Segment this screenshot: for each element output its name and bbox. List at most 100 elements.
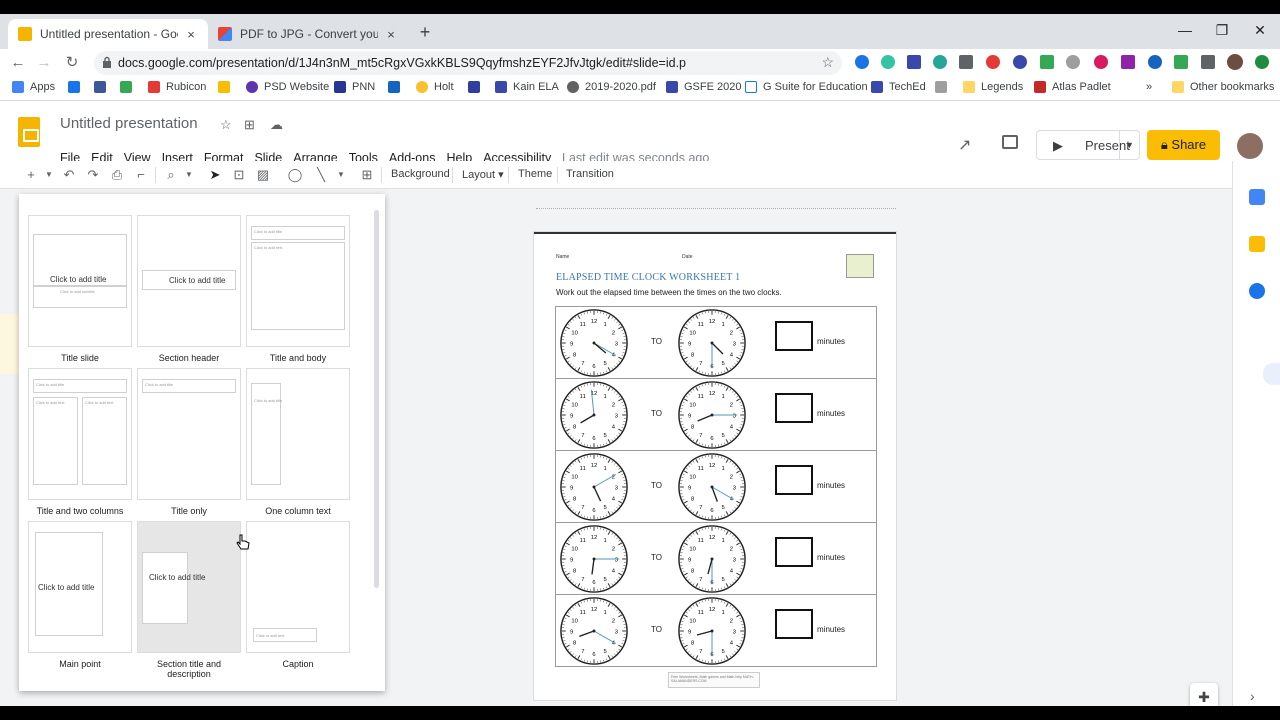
move-to-folder-icon[interactable]: ⊞ [244, 117, 255, 133]
bookmark-legends[interactable]: Legends [963, 81, 1023, 93]
new-tab-button[interactable]: + [416, 23, 434, 41]
layout-option[interactable]: Click to add title Section title and desc… [137, 521, 241, 679]
line-icon[interactable]: ╲ [312, 167, 330, 183]
address-bar[interactable]: docs.google.com/presentation/d/1J4n3nM_m… [94, 51, 842, 75]
new-slide-dropdown-icon[interactable]: ▼ [40, 170, 58, 179]
layout-thumbnail[interactable]: Click to add title [137, 215, 241, 347]
bookmark-gsfe-2020[interactable]: GSFE 2020 [666, 81, 741, 93]
layout-thumbnail[interactable]: Click to add title [246, 368, 350, 500]
extension-icon[interactable] [1094, 55, 1108, 69]
bookmark-psd-website[interactable]: PSD Website [246, 81, 329, 93]
bookmark-kain-ela[interactable]: Kain ELA [495, 81, 559, 93]
print-icon[interactable]: ⎙ [108, 167, 126, 183]
layout-thumbnail[interactable]: Click to add title [28, 521, 132, 653]
minimize-icon[interactable]: — [1175, 22, 1195, 38]
tab-untitled-presentation[interactable]: Untitled presentation - Google S × [8, 19, 208, 49]
bookmark-item[interactable] [120, 81, 138, 93]
star-icon[interactable]: ☆ [220, 117, 232, 133]
close-tab-icon[interactable]: × [384, 27, 398, 42]
layout-thumbnail[interactable]: Click to add title [137, 368, 241, 500]
activity-trend-icon[interactable]: ↗ [958, 135, 971, 155]
explore-assistant-icon[interactable]: ✚ [1190, 683, 1218, 706]
extension-icon[interactable] [1066, 55, 1080, 69]
extension-icon[interactable] [933, 55, 947, 69]
present-button[interactable]: ▶ Present ▼ [1036, 130, 1140, 160]
layout-option[interactable]: Click to add title One column text [246, 368, 350, 516]
bookmark-item[interactable] [468, 81, 486, 93]
theme-button[interactable]: Theme [518, 168, 552, 180]
redo-icon[interactable]: ↷ [84, 167, 102, 183]
extension-icon[interactable] [1148, 55, 1162, 69]
forward-icon[interactable]: → [34, 53, 54, 73]
layout-button[interactable]: Layout ▾ [462, 168, 504, 181]
layout-option[interactable]: Click to add title Main point [28, 521, 132, 669]
layout-option[interactable]: Click to add title Click to add text Click… [28, 368, 132, 516]
bookmark-rubicon[interactable]: Rubicon [148, 81, 206, 93]
zoom-dropdown-icon[interactable]: ▼ [180, 170, 198, 179]
present-dropdown-icon[interactable]: ▼ [1119, 131, 1139, 159]
bookmark-item[interactable] [388, 81, 406, 93]
bookmark-item[interactable] [94, 81, 112, 93]
add-comment-icon[interactable]: ⊞ [358, 167, 376, 183]
new-slide-icon[interactable]: + [22, 167, 40, 182]
slide-canvas[interactable]: Name Date ELAPSED TIME CLOCK WORKSHEET 1… [534, 232, 896, 700]
extension-icon[interactable] [907, 55, 921, 69]
microphone-icon[interactable] [1263, 363, 1280, 385]
other-bookmarks[interactable]: Other bookmarks [1172, 81, 1274, 93]
layout-option[interactable]: Click to add title Click to add text Title… [246, 215, 350, 363]
bookmark-atlas-padlet[interactable]: Atlas Padlet [1034, 81, 1111, 93]
layout-thumbnail[interactable]: Click to add title Click to add text Click… [28, 368, 132, 500]
bookmark-pnn[interactable]: PNN [334, 81, 375, 93]
paint-format-icon[interactable]: ⌐ [132, 167, 150, 182]
select-cursor-icon[interactable]: ➤ [206, 167, 224, 183]
bookmark-apps[interactable]: Apps [12, 81, 55, 93]
slides-logo-icon[interactable] [18, 117, 40, 147]
layout-option[interactable]: Click to add title Click to add subtitle T… [28, 215, 132, 363]
reload-icon[interactable]: ↻ [62, 53, 82, 73]
back-icon[interactable]: ← [8, 53, 28, 73]
image-icon[interactable]: ▨ [254, 167, 272, 183]
comment-icon[interactable] [1002, 135, 1018, 149]
close-window-icon[interactable]: ✕ [1250, 22, 1270, 39]
shape-icon[interactable]: ◯ [286, 167, 304, 183]
extension-icon[interactable] [1040, 55, 1054, 69]
bookmark-star-icon[interactable]: ☆ [821, 54, 834, 71]
layout-thumbnail[interactable]: Click to add title Click to add text [246, 215, 350, 347]
line-dropdown-icon[interactable]: ▼ [332, 170, 350, 179]
text-box-icon[interactable]: ⊡ [230, 167, 248, 183]
bookmarks-overflow-icon[interactable]: » [1146, 81, 1152, 93]
tab-pdf-to-jpg[interactable]: PDF to JPG - Convert your PDFs t × [208, 19, 408, 49]
maximize-icon[interactable]: ❐ [1212, 22, 1232, 39]
rocket-extension-icon[interactable] [959, 55, 973, 69]
layout-thumbnail[interactable]: Click to add title [137, 521, 241, 653]
bookmark-g-suite[interactable]: G Suite for Education [745, 81, 868, 93]
tasks-icon[interactable] [1249, 283, 1265, 299]
layout-menu-scrollbar[interactable] [374, 210, 379, 588]
bookmark-item[interactable] [935, 81, 953, 93]
bookmark-2019-2020-pdf[interactable]: 2019-2020.pdf [567, 81, 656, 93]
expand-side-panel-icon[interactable]: › [1250, 688, 1255, 704]
bookmark-holt[interactable]: Holt [416, 81, 454, 93]
extension-icon[interactable] [1174, 55, 1188, 69]
profile-avatar-icon[interactable] [1227, 54, 1243, 70]
document-title[interactable]: Untitled presentation [60, 115, 198, 132]
bookmark-item[interactable] [68, 81, 86, 93]
extension-icon[interactable] [986, 55, 1000, 69]
user-avatar[interactable] [1237, 133, 1263, 159]
undo-icon[interactable]: ↶ [60, 167, 78, 183]
bookmark-item[interactable] [218, 81, 236, 93]
extension-c-icon[interactable] [855, 55, 869, 69]
extension-grammarly-icon[interactable] [881, 55, 895, 69]
zoom-icon[interactable]: ⌕ [162, 167, 180, 183]
puzzle-extensions-icon[interactable] [1201, 55, 1215, 69]
keep-icon[interactable] [1249, 236, 1265, 252]
background-button[interactable]: Background [391, 168, 450, 180]
layout-option[interactable]: Click to add title Section header [137, 215, 241, 363]
layout-thumbnail[interactable]: Click to add text [246, 521, 350, 653]
layout-option[interactable]: Click to add text Caption [246, 521, 350, 669]
layout-thumbnail[interactable]: Click to add title Click to add subtitle [28, 215, 132, 347]
bookmark-teched[interactable]: TechEd [871, 81, 926, 93]
layout-option[interactable]: Click to add title Title only [137, 368, 241, 516]
extension-k-icon[interactable] [1013, 55, 1027, 69]
menu-icon[interactable] [1255, 55, 1269, 69]
